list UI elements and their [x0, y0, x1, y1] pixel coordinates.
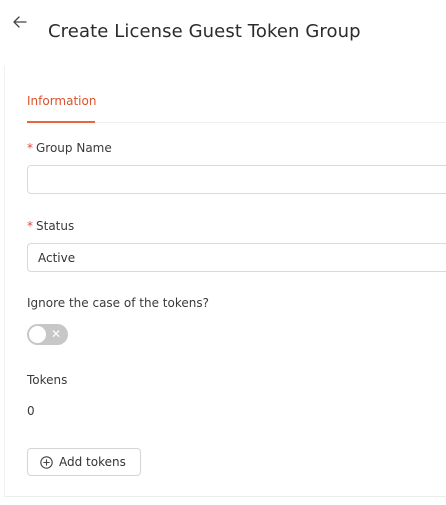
arrow-left-icon: [13, 16, 27, 28]
close-icon: ✕: [50, 327, 61, 341]
form-card: Information * Group Name * Status Active I…: [4, 66, 446, 497]
required-mark: *: [27, 219, 33, 233]
status-selected-value: Active: [38, 250, 76, 265]
add-tokens-label: Add tokens: [59, 455, 126, 469]
back-button[interactable]: [10, 13, 30, 31]
required-mark: *: [27, 141, 33, 155]
status-label: * Status: [27, 219, 75, 233]
group-name-label: * Group Name: [27, 141, 112, 155]
ignore-case-toggle[interactable]: ✕: [27, 324, 68, 345]
tab-information[interactable]: Information: [27, 94, 96, 108]
plus-circle-icon: [40, 455, 53, 469]
ignore-case-label: Ignore the case of the tokens?: [27, 296, 209, 310]
add-tokens-button[interactable]: Add tokens: [27, 448, 141, 476]
tokens-count: 0: [27, 404, 35, 418]
active-tab-indicator: [27, 121, 95, 123]
toggle-knob: [29, 326, 46, 343]
tab-bar: Information: [27, 66, 446, 123]
group-name-input[interactable]: [27, 165, 446, 194]
tokens-label: Tokens: [27, 373, 68, 387]
page-title: Create License Guest Token Group: [48, 21, 361, 42]
status-select[interactable]: Active: [27, 243, 446, 272]
